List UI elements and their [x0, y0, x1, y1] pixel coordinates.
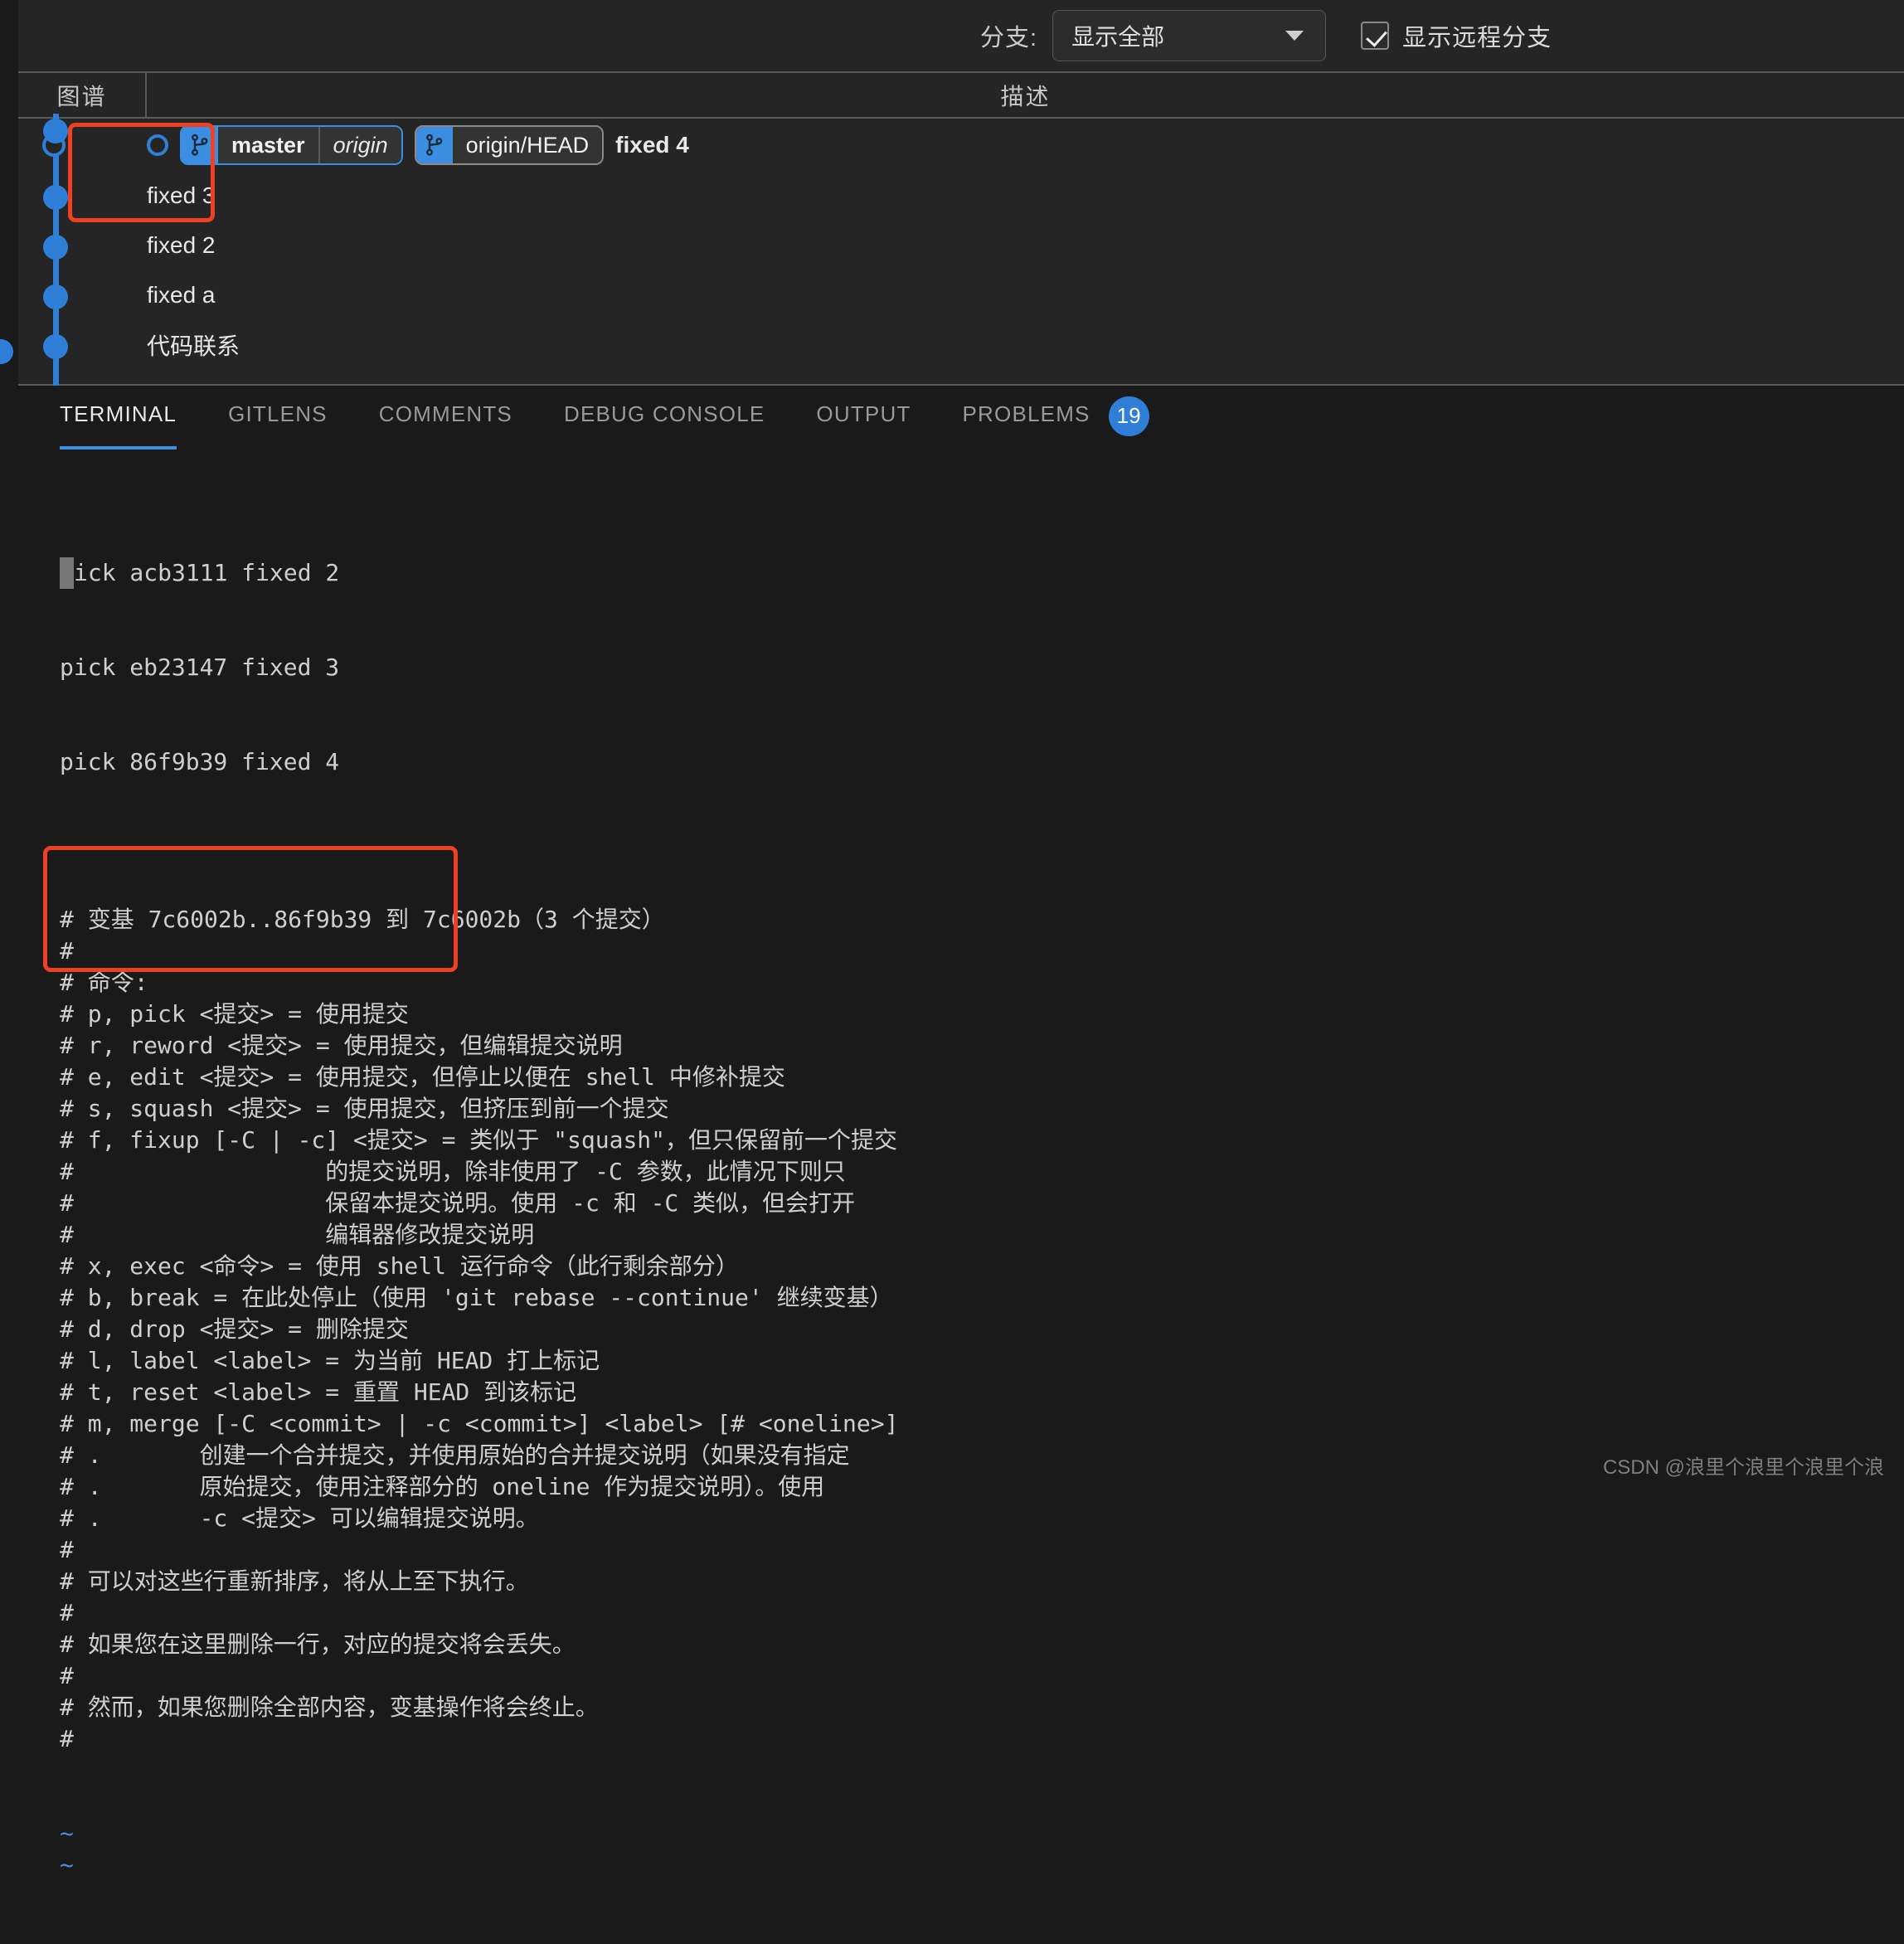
table-row[interactable]: 代码联系 [147, 321, 240, 369]
terminal-line: # r, reword <提交> = 使用提交，但编辑提交说明 [60, 1032, 623, 1059]
graph-node [43, 284, 68, 309]
terminal-line: # b, break = 在此处停止（使用 'git rebase --cont… [60, 1284, 893, 1311]
terminal-line: # f, fixup [-C | -c] <提交> = 类似于 "squash"… [60, 1126, 898, 1154]
tab-comments[interactable]: COMMENTS [379, 401, 512, 430]
terminal-line: ick acb3111 fixed 2 [60, 557, 1904, 589]
terminal-line: # [60, 1536, 74, 1563]
branch-remote-label: origin [319, 127, 401, 163]
branch-filter-label: 分支: [980, 25, 1038, 51]
tab-terminal[interactable]: TERMINAL [60, 401, 177, 450]
terminal-line: # 变基 7c6002b..86f9b39 到 7c6002b（3 个提交） [60, 906, 665, 933]
branch-name-label: master [218, 127, 318, 163]
terminal-line: # 然而，如果您删除全部内容，变基操作将会终止。 [60, 1694, 599, 1721]
git-graph-rows: master origin origin/HEAD fixed 4 fixed … [18, 114, 1904, 387]
git-graph-panel: 分支: 显示全部 显示远程分支 图谱 描述 master origin orig… [0, 0, 1904, 387]
terminal-line: # 可以对这些行重新排序，将从上至下执行。 [60, 1567, 529, 1595]
tab-gitlens[interactable]: GITLENS [228, 401, 328, 430]
terminal-line: pick eb23147 fixed 3 [60, 652, 1904, 683]
terminal-line-text: ick acb3111 fixed 2 [74, 559, 340, 586]
show-remote-branches-checkbox[interactable]: 显示远程分支 [1361, 18, 1552, 53]
git-graph-toolbar: 分支: 显示全部 显示远程分支 [18, 0, 1904, 71]
commit-subject: fixed 4 [615, 132, 689, 158]
branch-badge-origin-head[interactable]: origin/HEAD [414, 125, 605, 165]
terminal-line: # [60, 1599, 74, 1626]
terminal-line: # m, merge [-C <commit> | -c <commit>] <… [60, 1410, 899, 1437]
terminal-tilde-line: ~ [60, 1820, 74, 1847]
terminal-line: # p, pick <提交> = 使用提交 [60, 1000, 409, 1028]
terminal-line: # e, edit <提交> = 使用提交，但停止以便在 shell 中修补提交 [60, 1063, 785, 1091]
graph-node [43, 185, 68, 210]
table-row[interactable]: master origin origin/HEAD fixed 4 [147, 121, 689, 169]
terminal-line-text: pick 86f9b39 fixed 4 [60, 748, 340, 775]
tab-output[interactable]: OUTPUT [816, 401, 911, 430]
branch-badge-master[interactable]: master origin [180, 125, 403, 165]
column-header-description[interactable]: 描述 [147, 73, 1904, 117]
terminal-line: # l, label <label> = 为当前 HEAD 打上标记 [60, 1347, 600, 1374]
terminal-line: # 编辑器修改提交说明 [60, 1221, 535, 1248]
terminal-line: # s, squash <提交> = 使用提交，但挤压到前一个提交 [60, 1095, 669, 1122]
terminal-line: # 命令: [60, 969, 148, 996]
table-row[interactable]: fixed 2 [147, 221, 216, 270]
graph-column-header-row: 图谱 描述 [18, 71, 1904, 119]
show-remote-branches-label: 显示远程分支 [1402, 25, 1552, 51]
graph-node [43, 235, 68, 260]
terminal-line: # [60, 1662, 74, 1689]
terminal-line: # 保留本提交说明。使用 -c 和 -C 类似，但会打开 [60, 1189, 856, 1217]
commit-subject: fixed 3 [147, 182, 216, 208]
branch-name-label: origin/HEAD [452, 127, 603, 163]
terminal-line: # . -c <提交> 可以编辑提交说明。 [60, 1504, 539, 1532]
graph-gutter-node [0, 339, 13, 364]
table-row[interactable]: fixed 3 [147, 172, 216, 220]
terminal-tilde-line: ~ [60, 1851, 74, 1878]
checkmark-icon [1361, 22, 1390, 50]
bottom-panel: TERMINAL GITLENS COMMENTS DEBUG CONSOLE … [0, 386, 1904, 1878]
watermark-text: CSDN @浪里个浪里个浪里个浪 [1602, 1456, 1884, 1479]
terminal-line: # t, reset <label> = 重置 HEAD 到该标记 [60, 1378, 577, 1406]
commit-subject: fixed 2 [147, 232, 216, 258]
commit-subject: 代码联系 [147, 333, 240, 359]
terminal-line: # [60, 937, 74, 965]
tab-problems[interactable]: PROBLEMS [963, 401, 1090, 430]
terminal-line: # [60, 1725, 74, 1752]
graph-node [43, 334, 68, 359]
column-header-graph[interactable]: 图谱 [18, 73, 147, 117]
git-branch-icon [415, 127, 453, 163]
head-indicator-icon [147, 134, 168, 156]
branch-filter-select[interactable]: 显示全部 [1052, 10, 1327, 61]
terminal-line: # 的提交说明，除非使用了 -C 参数，此情况下则只 [60, 1158, 846, 1185]
terminal-line: # x, exec <命令> = 使用 shell 运行命令（此行剩余部分） [60, 1252, 739, 1280]
table-row[interactable]: fixed a [147, 271, 216, 319]
chevron-down-icon [1285, 31, 1304, 41]
tab-debug-console[interactable]: DEBUG CONSOLE [564, 401, 765, 430]
problems-count-badge: 19 [1108, 396, 1149, 436]
column-header-description-label: 描述 [1000, 83, 1051, 109]
graph-left-gutter [0, 0, 18, 386]
terminal-comment-block: # 变基 7c6002b..86f9b39 到 7c6002b（3 个提交） # #… [60, 872, 1904, 1755]
git-branch-icon [182, 127, 218, 163]
branch-filter-value: 显示全部 [1071, 24, 1165, 50]
column-header-graph-label: 图谱 [56, 83, 107, 109]
terminal-line: pick 86f9b39 fixed 4 [60, 746, 1904, 778]
panel-tab-bar: TERMINAL GITLENS COMMENTS DEBUG CONSOLE … [0, 386, 1904, 450]
graph-node [43, 119, 68, 143]
terminal-output[interactable]: ick acb3111 fixed 2 pick eb23147 fixed 3… [0, 446, 1904, 1878]
terminal-line: # d, drop <提交> = 删除提交 [60, 1315, 409, 1343]
terminal-cursor [60, 557, 74, 589]
terminal-line: # 如果您在这里删除一行，对应的提交将会丢失。 [60, 1631, 576, 1658]
terminal-tilde-block: ~ ~ [60, 1818, 1904, 1881]
commit-subject: fixed a [147, 282, 216, 308]
terminal-line-text: pick eb23147 fixed 3 [60, 654, 340, 681]
